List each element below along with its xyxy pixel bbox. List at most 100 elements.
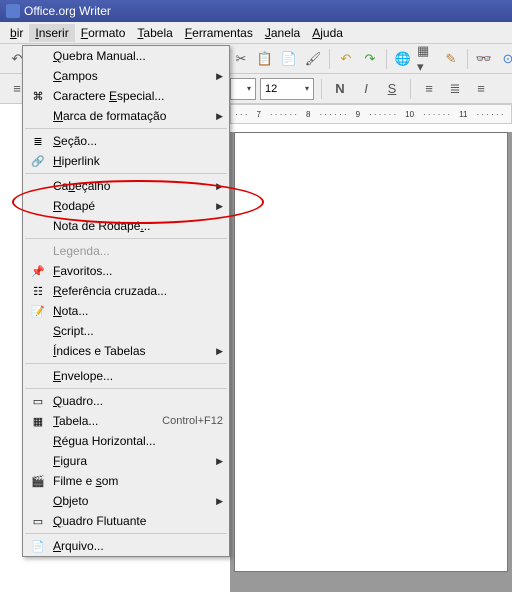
menu-item-icon xyxy=(29,48,47,64)
menu-item-arquivo[interactable]: 📄Arquivo... xyxy=(23,536,229,556)
menu-item-rodap[interactable]: Rodapé▶ xyxy=(23,196,229,216)
document-page[interactable] xyxy=(234,132,508,572)
redo2-button[interactable]: ↷ xyxy=(359,48,381,70)
menu-item-shortcut: Control+F12 xyxy=(162,415,223,427)
menu-item-label: Quebra Manual... xyxy=(53,49,223,63)
menu-item-icon xyxy=(29,493,47,509)
menu-item-icon xyxy=(29,243,47,259)
menu-item-label: Régua Horizontal... xyxy=(53,434,223,448)
menu-item-ndicesetabelas[interactable]: Índices e Tabelas ▶ xyxy=(23,341,229,361)
menu-item-icon: ☷ xyxy=(29,283,47,299)
menu-item-icon: ▦ xyxy=(29,413,47,429)
menu-item-icon: ▭ xyxy=(29,513,47,529)
menu-item-label: Campos xyxy=(53,69,210,83)
menu-item-envelope[interactable]: Envelope... xyxy=(23,366,229,386)
menu-ajuda[interactable]: Ajuda xyxy=(306,24,349,42)
menu-item-icon xyxy=(29,433,47,449)
menu-item-label: Índices e Tabelas xyxy=(53,344,210,358)
hyperlink2-button[interactable]: 🌐 xyxy=(392,48,414,70)
submenu-arrow-icon: ▶ xyxy=(216,71,223,82)
menu-ferramentas[interactable]: Ferramentas xyxy=(179,24,259,42)
cut-button[interactable]: ✂ xyxy=(230,48,252,70)
menu-item-tabela[interactable]: ▦Tabela...Control+F12 xyxy=(23,411,229,431)
menu-item-favoritos[interactable]: 📌 Favoritos... xyxy=(23,261,229,281)
submenu-arrow-icon: ▶ xyxy=(216,346,223,357)
menu-item-icon: 📄 xyxy=(29,538,47,554)
window-title: Office.org Writer xyxy=(24,4,111,18)
font-size-dropdown[interactable]: 12 ▾ xyxy=(260,78,314,100)
menu-item-refernciacruzada[interactable]: ☷ Referência cruzada... xyxy=(23,281,229,301)
menu-item-filmeesom[interactable]: 🎬 Filme e som xyxy=(23,471,229,491)
align-right-button[interactable]: ≡ xyxy=(470,78,492,100)
menu-item-label: Script... xyxy=(53,324,223,338)
menu-separator xyxy=(25,173,227,174)
horizontal-ruler[interactable]: · · · 7 · · · · · · 8 · · · · · · 9 · · … xyxy=(230,104,512,124)
menu-item-label: Nota de Rodapé... xyxy=(53,219,223,233)
menu-item-rguahorizontal[interactable]: Régua Horizontal... xyxy=(23,431,229,451)
underline-button[interactable]: S xyxy=(381,78,403,100)
menu-item-quadroflutuante[interactable]: ▭ Quadro Flutuante xyxy=(23,511,229,531)
copy-button[interactable]: 📋 xyxy=(254,48,276,70)
insert-menu-popup: Quebra Manual... Campos ▶ ⌘Caractere Especi… xyxy=(22,45,230,557)
menu-item-icon: 🎬 xyxy=(29,473,47,489)
draw-button[interactable]: ✎ xyxy=(440,48,462,70)
paste-button[interactable]: 📄 xyxy=(278,48,300,70)
menu-item-label: Favoritos... xyxy=(53,264,223,278)
menu-item-figura[interactable]: Figura▶ xyxy=(23,451,229,471)
align-left2-button[interactable]: ≡ xyxy=(418,78,440,100)
menu-item-icon xyxy=(29,368,47,384)
menu-item-icon: 📝 xyxy=(29,303,47,319)
menu-item-quadro[interactable]: ▭Quadro... xyxy=(23,391,229,411)
menu-item-label: Referência cruzada... xyxy=(53,284,223,298)
menu-item-seo[interactable]: ≣Seção... xyxy=(23,131,229,151)
align-center-button[interactable]: ≣ xyxy=(444,78,466,100)
menu-item-label: Filme e som xyxy=(53,474,223,488)
menu-janela[interactable]: Janela xyxy=(259,24,306,42)
separator xyxy=(467,49,468,69)
submenu-arrow-icon: ▶ xyxy=(216,111,223,122)
menu-item-icon xyxy=(29,453,47,469)
separator xyxy=(410,79,411,99)
separator xyxy=(386,49,387,69)
font-dropdown-arrow[interactable]: ▾ xyxy=(230,78,256,100)
separator xyxy=(329,49,330,69)
menubar: birInserirFormatoTabelaFerramentasJanela… xyxy=(0,22,512,44)
app-icon xyxy=(6,4,20,18)
menu-separator xyxy=(25,533,227,534)
menu-item-campos[interactable]: Campos ▶ xyxy=(23,66,229,86)
menu-separator xyxy=(25,238,227,239)
submenu-arrow-icon: ▶ xyxy=(216,181,223,192)
menu-item-label: Legenda... xyxy=(53,244,223,258)
menu-item-quebramanual[interactable]: Quebra Manual... xyxy=(23,46,229,66)
undo2-button[interactable]: ↶ xyxy=(335,48,357,70)
menu-item-icon xyxy=(29,68,47,84)
menu-item-objeto[interactable]: Objeto▶ xyxy=(23,491,229,511)
bold-button[interactable]: N xyxy=(329,78,351,100)
menu-item-marcadeformatao[interactable]: Marca de formatação▶ xyxy=(23,106,229,126)
menu-item-caractereespecial[interactable]: ⌘Caractere Especial... xyxy=(23,86,229,106)
menu-tabela[interactable]: Tabela xyxy=(131,24,178,42)
document-area xyxy=(230,132,512,592)
menu-item-hiperlink[interactable]: 🔗Hiperlink xyxy=(23,151,229,171)
menu-formato[interactable]: Formato xyxy=(75,24,132,42)
italic-button[interactable]: I xyxy=(355,78,377,100)
find2-button[interactable]: 👓 xyxy=(473,48,495,70)
menu-item-nota[interactable]: 📝Nota... xyxy=(23,301,229,321)
menu-item-script[interactable]: Script... xyxy=(23,321,229,341)
table2-button[interactable]: ▦ ▾ xyxy=(416,48,438,70)
menu-item-icon xyxy=(29,108,47,124)
menu-item-notaderodap[interactable]: Nota de Rodapé... xyxy=(23,216,229,236)
menu-separator xyxy=(25,388,227,389)
paintbrush-button[interactable]: 🖌 xyxy=(302,48,324,70)
menu-separator xyxy=(25,128,227,129)
menu-item-label: Quadro Flutuante xyxy=(53,514,223,528)
menu-item-cabealho[interactable]: Cabeçalho ▶ xyxy=(23,176,229,196)
menu-item-icon xyxy=(29,178,47,194)
menu-item-label: Seção... xyxy=(53,134,223,148)
menu-inserir[interactable]: Inserir xyxy=(29,24,74,42)
submenu-arrow-icon: ▶ xyxy=(216,201,223,212)
nav2-button[interactable]: ⊙ xyxy=(497,48,512,70)
menu-item-label: Cabeçalho xyxy=(53,179,210,193)
menu-bir[interactable]: bir xyxy=(4,24,29,42)
menu-item-icon: 📌 xyxy=(29,263,47,279)
